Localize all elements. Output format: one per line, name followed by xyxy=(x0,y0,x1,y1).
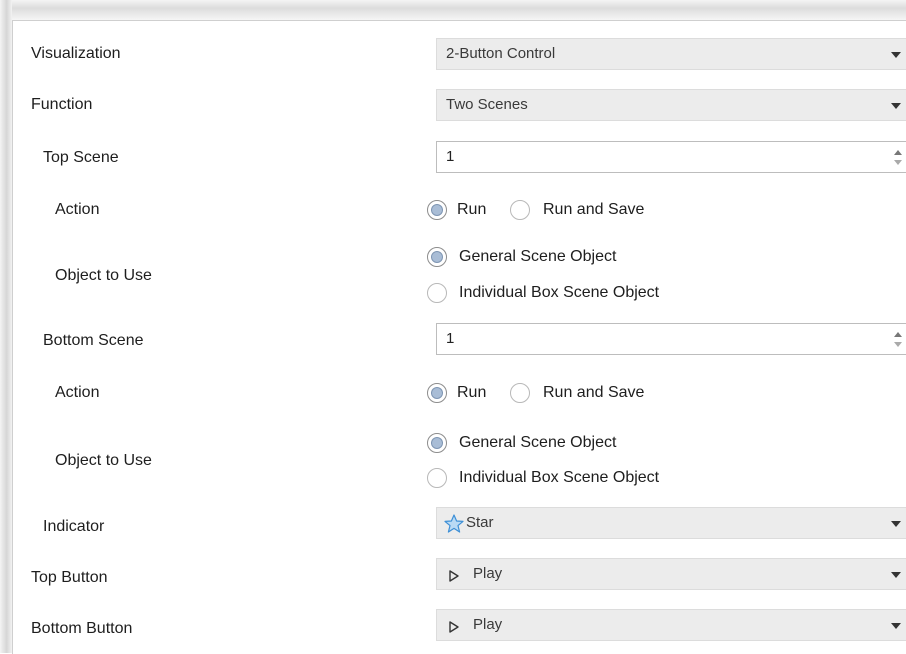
bottom-scene-spinner[interactable]: 1 xyxy=(436,323,906,355)
chevron-down-icon xyxy=(891,623,901,629)
function-value: Two Scenes xyxy=(446,96,528,113)
spinner-up-icon[interactable] xyxy=(894,332,902,337)
top-action-run-save-label[interactable]: Run and Save xyxy=(543,200,644,220)
top-object-label: Object to Use xyxy=(55,267,152,284)
chevron-down-icon xyxy=(891,103,901,109)
top-scene-label: Top Scene xyxy=(43,149,119,166)
window-shadow-top xyxy=(0,0,906,20)
bottom-button-value: Play xyxy=(473,616,503,633)
top-action-label: Action xyxy=(55,201,100,218)
top-object-general-radio[interactable] xyxy=(427,247,447,267)
bottom-button-label: Bottom Button xyxy=(31,620,133,637)
chevron-down-icon xyxy=(891,572,901,578)
bottom-action-run-save-label[interactable]: Run and Save xyxy=(543,383,644,403)
top-action-run-save-radio[interactable] xyxy=(510,200,530,220)
function-dropdown[interactable]: Two Scenes xyxy=(436,89,906,121)
top-object-general-label[interactable]: General Scene Object xyxy=(459,247,616,267)
indicator-dropdown[interactable]: Star xyxy=(436,507,906,539)
indicator-label: Indicator xyxy=(43,518,105,535)
visualization-label: Visualization xyxy=(31,45,121,62)
bottom-object-general-label[interactable]: General Scene Object xyxy=(459,433,616,453)
window-shadow-left xyxy=(0,0,12,653)
bottom-action-run-save-radio[interactable] xyxy=(510,383,530,403)
top-action-run-label[interactable]: Run xyxy=(457,200,486,220)
bottom-action-run-label[interactable]: Run xyxy=(457,383,486,403)
bottom-button-dropdown[interactable]: Play xyxy=(436,609,906,641)
bottom-action-run-radio[interactable] xyxy=(427,383,447,403)
spinner-down-icon[interactable] xyxy=(894,160,902,165)
top-scene-spinner[interactable]: 1 xyxy=(436,141,906,173)
bottom-scene-label: Bottom Scene xyxy=(43,332,144,349)
top-button-dropdown[interactable]: Play xyxy=(436,558,906,590)
top-object-individual-radio[interactable] xyxy=(427,283,447,303)
bottom-action-label: Action xyxy=(55,384,100,401)
play-icon xyxy=(449,569,459,587)
chevron-down-icon xyxy=(891,52,901,58)
play-icon xyxy=(449,620,459,638)
top-button-value: Play xyxy=(473,565,503,582)
visualization-dropdown[interactable]: 2-Button Control xyxy=(436,38,906,70)
function-label: Function xyxy=(31,96,93,113)
top-button-label: Top Button xyxy=(31,569,108,586)
bottom-object-individual-label[interactable]: Individual Box Scene Object xyxy=(459,468,659,488)
spinner-down-icon[interactable] xyxy=(894,342,902,347)
parameter-panel: Visualization 2-Button Control Function … xyxy=(12,20,906,654)
bottom-object-individual-radio[interactable] xyxy=(427,468,447,488)
top-scene-value: 1 xyxy=(446,148,455,165)
star-icon xyxy=(444,514,464,538)
chevron-down-icon xyxy=(891,521,901,527)
top-object-individual-label[interactable]: Individual Box Scene Object xyxy=(459,283,659,303)
top-action-run-radio[interactable] xyxy=(427,200,447,220)
bottom-object-label: Object to Use xyxy=(55,452,152,469)
bottom-object-general-radio[interactable] xyxy=(427,433,447,453)
spinner-up-icon[interactable] xyxy=(894,150,902,155)
indicator-value: Star xyxy=(466,514,494,531)
bottom-scene-value: 1 xyxy=(446,330,455,347)
visualization-value: 2-Button Control xyxy=(446,45,556,62)
